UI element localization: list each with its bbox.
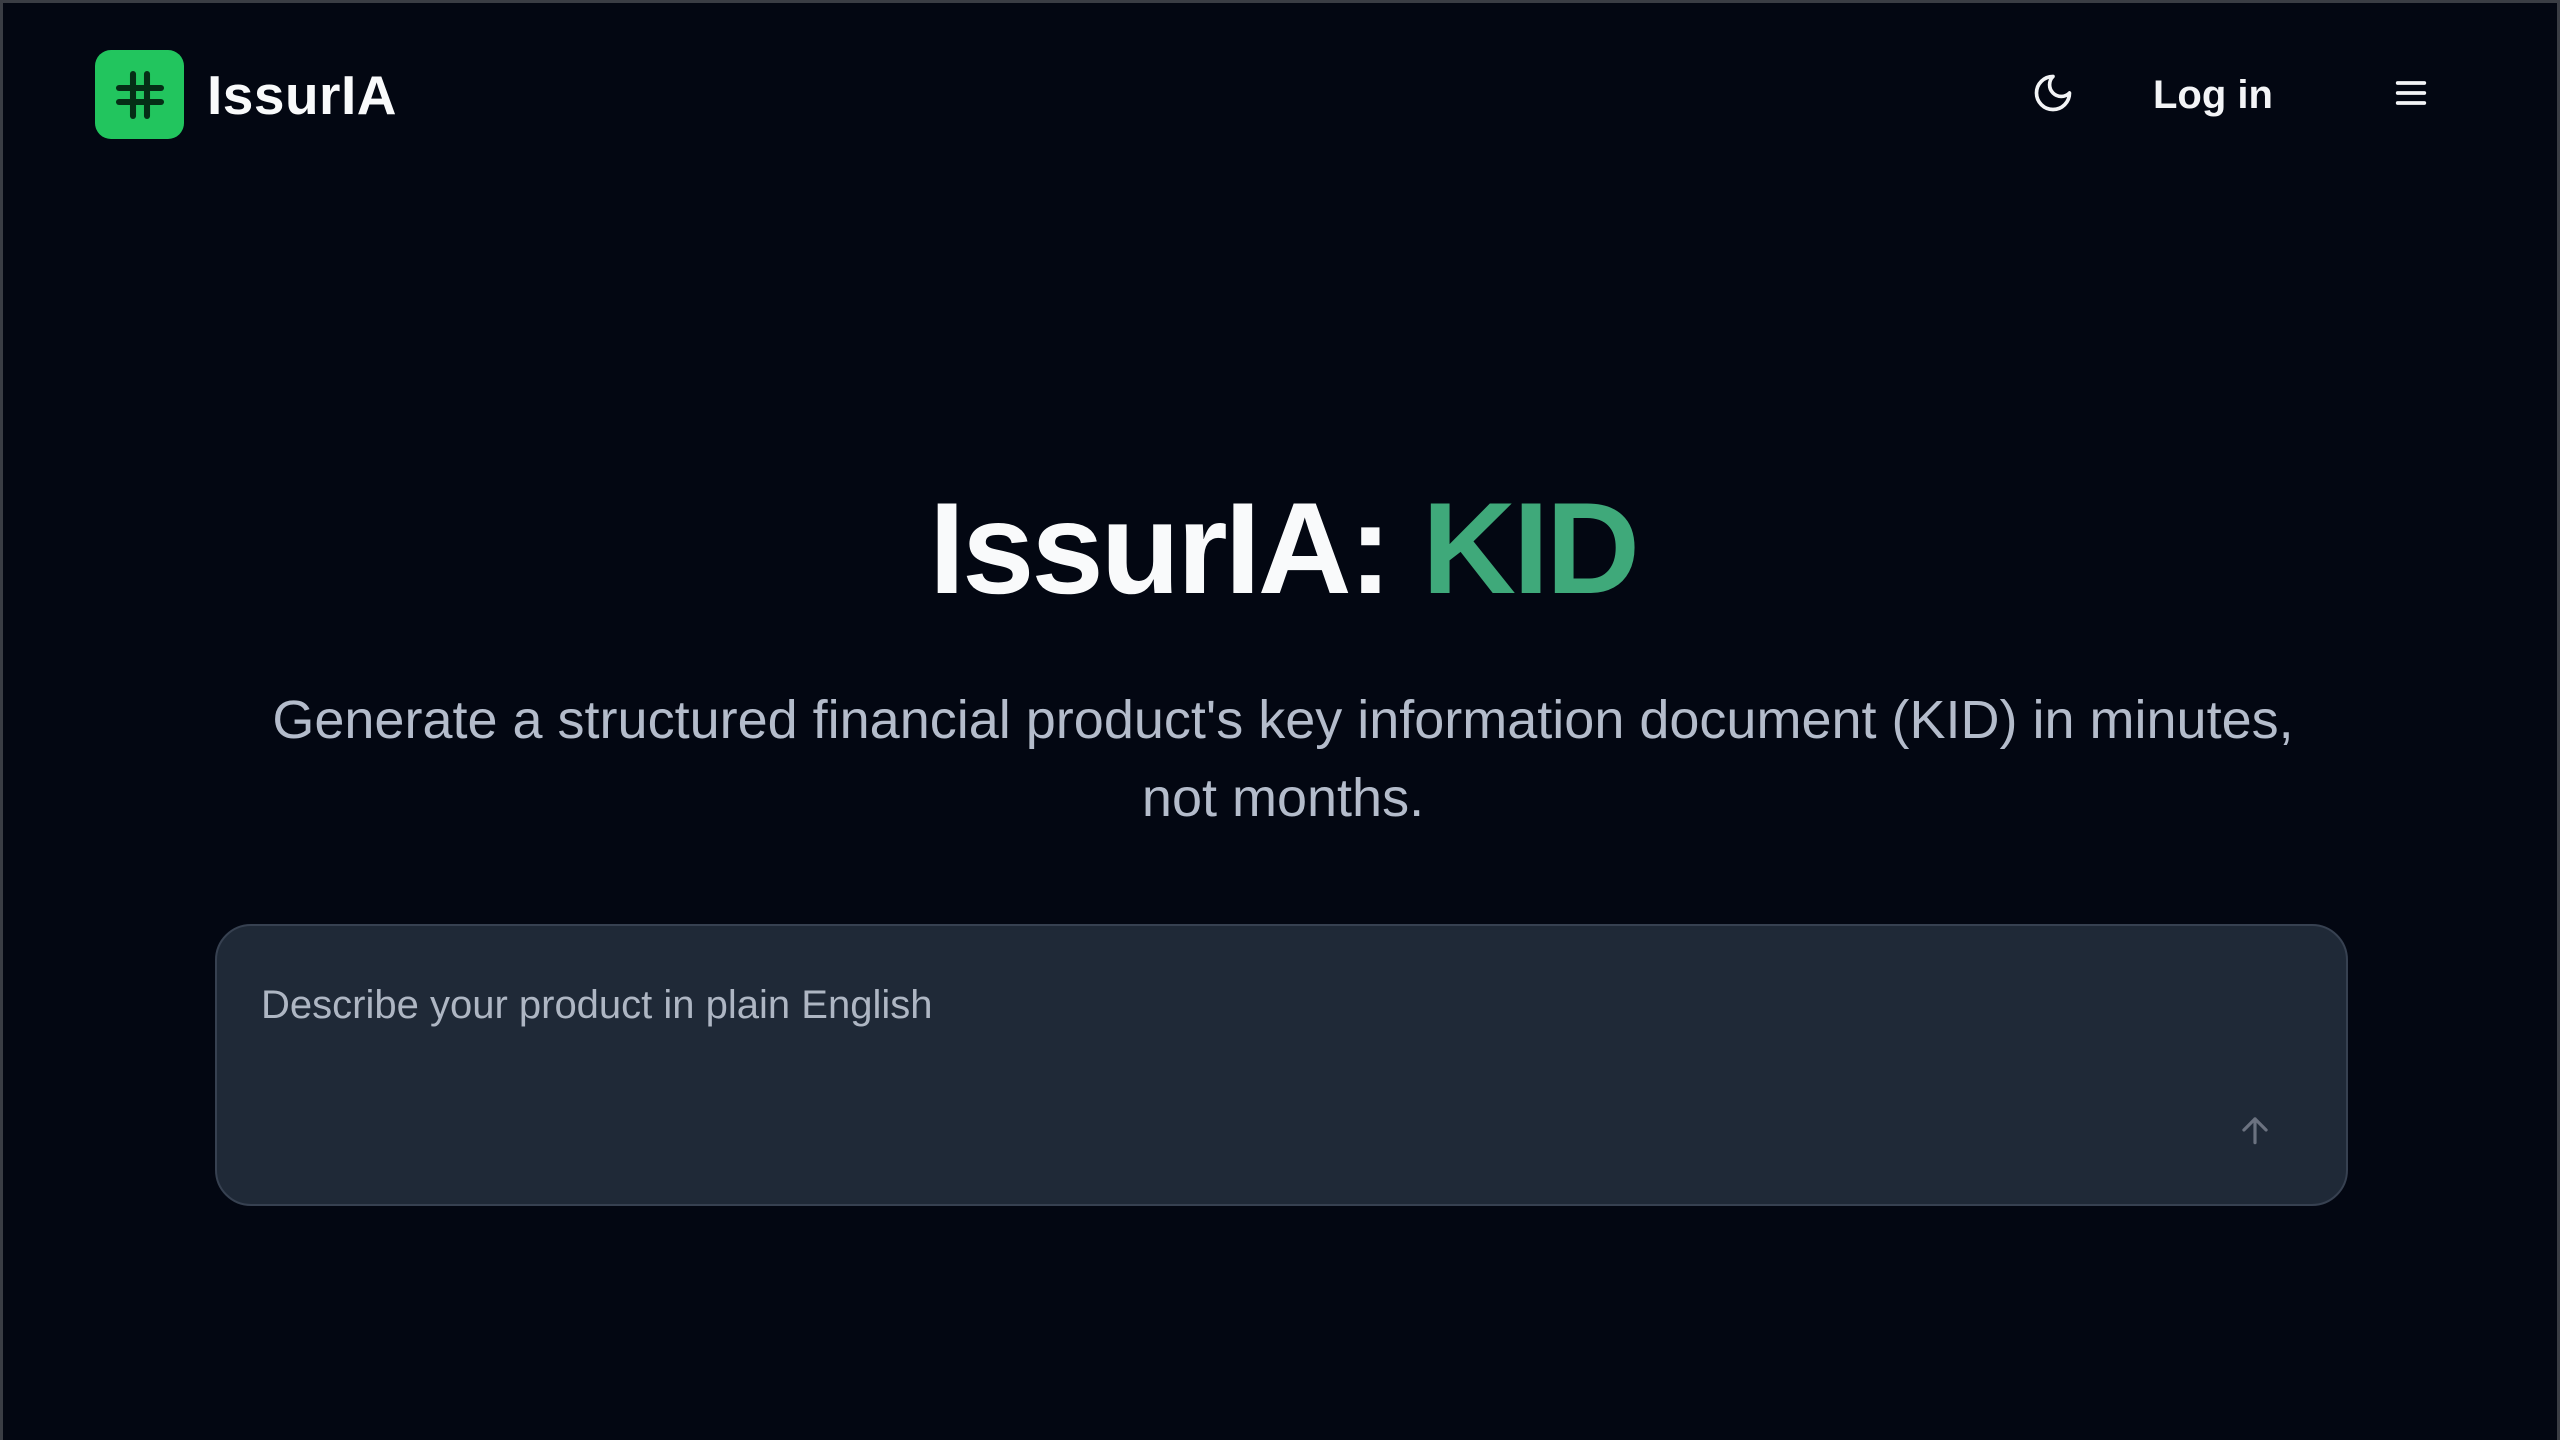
page-title: IssurIA: KID bbox=[3, 473, 2560, 623]
hamburger-menu-icon bbox=[2391, 73, 2431, 118]
brand-home-link[interactable]: IssurIA bbox=[95, 50, 397, 139]
moon-icon bbox=[2031, 71, 2075, 120]
hash-icon bbox=[95, 50, 184, 139]
arrow-up-icon bbox=[2236, 1111, 2274, 1154]
page-subtitle: Generate a structured financial product'… bbox=[272, 690, 2294, 828]
title-highlight: KID bbox=[1422, 475, 1640, 621]
send-button[interactable] bbox=[2217, 1094, 2293, 1170]
top-navbar: IssurIA Log in bbox=[3, 3, 2557, 183]
title-prefix: IssurIA: bbox=[928, 475, 1423, 621]
prompt-container bbox=[215, 924, 2348, 1206]
theme-toggle-button[interactable] bbox=[2023, 65, 2083, 125]
menu-button[interactable] bbox=[2381, 65, 2441, 125]
product-description-input[interactable] bbox=[259, 964, 2263, 1046]
login-link[interactable]: Log in bbox=[2153, 65, 2273, 125]
brand-name: IssurIA bbox=[207, 63, 397, 126]
app-window: IssurIA Log in IssurIA: KID Generate a s… bbox=[0, 0, 2560, 1440]
